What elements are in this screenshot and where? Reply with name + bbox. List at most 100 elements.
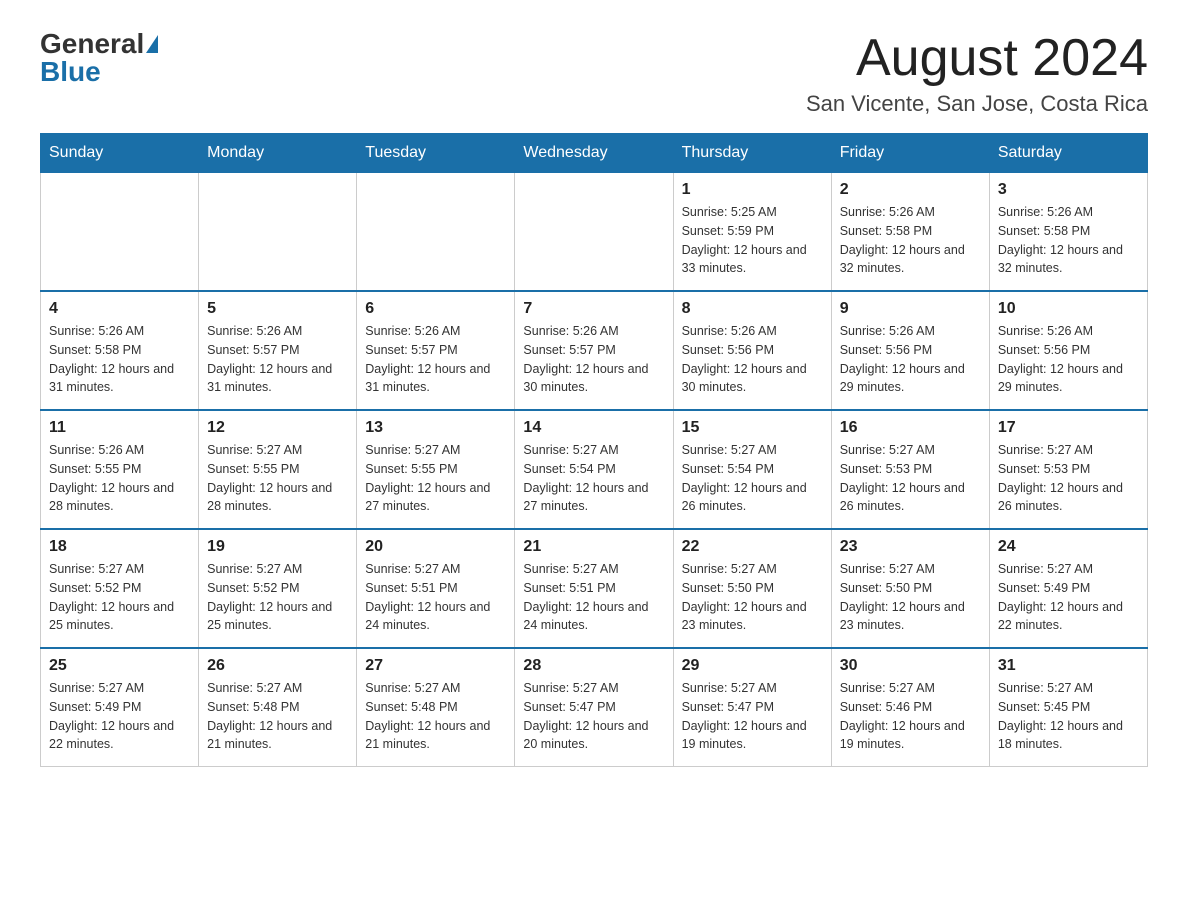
- day-number: 21: [523, 538, 664, 556]
- day-info: Sunrise: 5:26 AM Sunset: 5:55 PM Dayligh…: [49, 441, 190, 516]
- day-number: 13: [365, 419, 506, 437]
- calendar-day-cell: 8Sunrise: 5:26 AM Sunset: 5:56 PM Daylig…: [673, 291, 831, 410]
- day-info: Sunrise: 5:26 AM Sunset: 5:58 PM Dayligh…: [840, 203, 981, 278]
- day-number: 29: [682, 657, 823, 675]
- calendar-day-cell: 4 Sunrise: 5:26 AM Sunset: 5:58 PM Daylig…: [41, 291, 199, 410]
- title-block: August 2024 San Vicente, San Jose, Costa…: [806, 30, 1148, 117]
- calendar-day-cell: [515, 173, 673, 292]
- day-number: 27: [365, 657, 506, 675]
- day-number: 11: [49, 419, 190, 437]
- calendar-day-cell: 22 Sunrise: 5:27 AM Sunset: 5:50 PM Dayli…: [673, 529, 831, 648]
- calendar-header: SundayMondayTuesdayWednesdayThursdayFrid…: [41, 134, 1148, 173]
- day-info: Sunrise: 5:27 AM Sunset: 5:51 PM Dayligh…: [523, 560, 664, 635]
- calendar-day-cell: 15 Sunrise: 5:27 AM Sunset: 5:54 PM Dayli…: [673, 410, 831, 529]
- day-info: Sunrise: 5:27 AM Sunset: 5:52 PM Dayligh…: [207, 560, 348, 635]
- day-info: Sunrise: 5:27 AM Sunset: 5:53 PM Dayligh…: [998, 441, 1139, 516]
- logo-blue-text: Blue: [40, 58, 101, 86]
- weekday-header-wednesday: Wednesday: [515, 134, 673, 173]
- day-number: 1: [682, 181, 823, 199]
- day-info: Sunrise: 5:26 AM Sunset: 5:56 PM Dayligh…: [840, 322, 981, 397]
- calendar-day-cell: 10 Sunrise: 5:26 AM Sunset: 5:56 PM Dayli…: [989, 291, 1147, 410]
- day-number: 17: [998, 419, 1139, 437]
- weekday-header-thursday: Thursday: [673, 134, 831, 173]
- calendar-day-cell: 13 Sunrise: 5:27 AM Sunset: 5:55 PM Dayli…: [357, 410, 515, 529]
- day-number: 15: [682, 419, 823, 437]
- calendar-body: 1 Sunrise: 5:25 AM Sunset: 5:59 PM Daylig…: [41, 173, 1148, 767]
- calendar-day-cell: 23 Sunrise: 5:27 AM Sunset: 5:50 PM Dayli…: [831, 529, 989, 648]
- calendar-week-row: 18Sunrise: 5:27 AM Sunset: 5:52 PM Dayli…: [41, 529, 1148, 648]
- calendar-day-cell: 9Sunrise: 5:26 AM Sunset: 5:56 PM Daylig…: [831, 291, 989, 410]
- day-number: 8: [682, 300, 823, 318]
- calendar-day-cell: 31Sunrise: 5:27 AM Sunset: 5:45 PM Dayli…: [989, 648, 1147, 767]
- day-number: 3: [998, 181, 1139, 199]
- day-number: 22: [682, 538, 823, 556]
- day-info: Sunrise: 5:27 AM Sunset: 5:55 PM Dayligh…: [207, 441, 348, 516]
- month-year-title: August 2024: [806, 30, 1148, 87]
- day-info: Sunrise: 5:27 AM Sunset: 5:50 PM Dayligh…: [840, 560, 981, 635]
- calendar-week-row: 25 Sunrise: 5:27 AM Sunset: 5:49 PM Dayli…: [41, 648, 1148, 767]
- calendar-day-cell: 6Sunrise: 5:26 AM Sunset: 5:57 PM Daylig…: [357, 291, 515, 410]
- calendar-day-cell: 20 Sunrise: 5:27 AM Sunset: 5:51 PM Dayli…: [357, 529, 515, 648]
- weekday-header-monday: Monday: [199, 134, 357, 173]
- day-number: 10: [998, 300, 1139, 318]
- calendar-day-cell: 25 Sunrise: 5:27 AM Sunset: 5:49 PM Dayli…: [41, 648, 199, 767]
- day-number: 25: [49, 657, 190, 675]
- day-info: Sunrise: 5:27 AM Sunset: 5:55 PM Dayligh…: [365, 441, 506, 516]
- calendar-week-row: 11 Sunrise: 5:26 AM Sunset: 5:55 PM Dayli…: [41, 410, 1148, 529]
- day-number: 20: [365, 538, 506, 556]
- calendar-day-cell: 12 Sunrise: 5:27 AM Sunset: 5:55 PM Dayli…: [199, 410, 357, 529]
- day-number: 12: [207, 419, 348, 437]
- day-info: Sunrise: 5:27 AM Sunset: 5:52 PM Dayligh…: [49, 560, 190, 635]
- day-number: 30: [840, 657, 981, 675]
- day-info: Sunrise: 5:27 AM Sunset: 5:51 PM Dayligh…: [365, 560, 506, 635]
- day-number: 7: [523, 300, 664, 318]
- calendar-day-cell: 26Sunrise: 5:27 AM Sunset: 5:48 PM Dayli…: [199, 648, 357, 767]
- day-info: Sunrise: 5:27 AM Sunset: 5:46 PM Dayligh…: [840, 679, 981, 754]
- day-number: 28: [523, 657, 664, 675]
- calendar-day-cell: 18Sunrise: 5:27 AM Sunset: 5:52 PM Dayli…: [41, 529, 199, 648]
- weekday-header-row: SundayMondayTuesdayWednesdayThursdayFrid…: [41, 134, 1148, 173]
- calendar-table: SundayMondayTuesdayWednesdayThursdayFrid…: [40, 133, 1148, 767]
- day-info: Sunrise: 5:27 AM Sunset: 5:54 PM Dayligh…: [682, 441, 823, 516]
- calendar-day-cell: 5Sunrise: 5:26 AM Sunset: 5:57 PM Daylig…: [199, 291, 357, 410]
- calendar-day-cell: 1 Sunrise: 5:25 AM Sunset: 5:59 PM Daylig…: [673, 173, 831, 292]
- day-number: 19: [207, 538, 348, 556]
- calendar-day-cell: 16 Sunrise: 5:27 AM Sunset: 5:53 PM Dayli…: [831, 410, 989, 529]
- weekday-header-sunday: Sunday: [41, 134, 199, 173]
- day-number: 5: [207, 300, 348, 318]
- calendar-day-cell: 3 Sunrise: 5:26 AM Sunset: 5:58 PM Daylig…: [989, 173, 1147, 292]
- calendar-day-cell: 24Sunrise: 5:27 AM Sunset: 5:49 PM Dayli…: [989, 529, 1147, 648]
- calendar-day-cell: 7Sunrise: 5:26 AM Sunset: 5:57 PM Daylig…: [515, 291, 673, 410]
- day-info: Sunrise: 5:26 AM Sunset: 5:58 PM Dayligh…: [49, 322, 190, 397]
- day-info: Sunrise: 5:27 AM Sunset: 5:49 PM Dayligh…: [998, 560, 1139, 635]
- day-info: Sunrise: 5:27 AM Sunset: 5:45 PM Dayligh…: [998, 679, 1139, 754]
- calendar-day-cell: [41, 173, 199, 292]
- logo-general-text: General: [40, 30, 144, 58]
- page-header: General Blue August 2024 San Vicente, Sa…: [40, 30, 1148, 117]
- day-number: 6: [365, 300, 506, 318]
- weekday-header-tuesday: Tuesday: [357, 134, 515, 173]
- calendar-day-cell: 14Sunrise: 5:27 AM Sunset: 5:54 PM Dayli…: [515, 410, 673, 529]
- day-info: Sunrise: 5:27 AM Sunset: 5:47 PM Dayligh…: [523, 679, 664, 754]
- calendar-day-cell: 19 Sunrise: 5:27 AM Sunset: 5:52 PM Dayli…: [199, 529, 357, 648]
- calendar-day-cell: 29Sunrise: 5:27 AM Sunset: 5:47 PM Dayli…: [673, 648, 831, 767]
- weekday-header-saturday: Saturday: [989, 134, 1147, 173]
- calendar-day-cell: 21 Sunrise: 5:27 AM Sunset: 5:51 PM Dayli…: [515, 529, 673, 648]
- day-info: Sunrise: 5:27 AM Sunset: 5:53 PM Dayligh…: [840, 441, 981, 516]
- day-info: Sunrise: 5:26 AM Sunset: 5:56 PM Dayligh…: [998, 322, 1139, 397]
- logo: General Blue: [40, 30, 158, 86]
- day-info: Sunrise: 5:27 AM Sunset: 5:49 PM Dayligh…: [49, 679, 190, 754]
- day-info: Sunrise: 5:27 AM Sunset: 5:48 PM Dayligh…: [207, 679, 348, 754]
- day-info: Sunrise: 5:25 AM Sunset: 5:59 PM Dayligh…: [682, 203, 823, 278]
- day-number: 16: [840, 419, 981, 437]
- calendar-day-cell: [357, 173, 515, 292]
- day-info: Sunrise: 5:27 AM Sunset: 5:48 PM Dayligh…: [365, 679, 506, 754]
- day-number: 4: [49, 300, 190, 318]
- day-info: Sunrise: 5:26 AM Sunset: 5:58 PM Dayligh…: [998, 203, 1139, 278]
- day-number: 23: [840, 538, 981, 556]
- day-info: Sunrise: 5:27 AM Sunset: 5:54 PM Dayligh…: [523, 441, 664, 516]
- day-number: 2: [840, 181, 981, 199]
- calendar-day-cell: 2 Sunrise: 5:26 AM Sunset: 5:58 PM Daylig…: [831, 173, 989, 292]
- calendar-day-cell: 17 Sunrise: 5:27 AM Sunset: 5:53 PM Dayli…: [989, 410, 1147, 529]
- day-info: Sunrise: 5:27 AM Sunset: 5:50 PM Dayligh…: [682, 560, 823, 635]
